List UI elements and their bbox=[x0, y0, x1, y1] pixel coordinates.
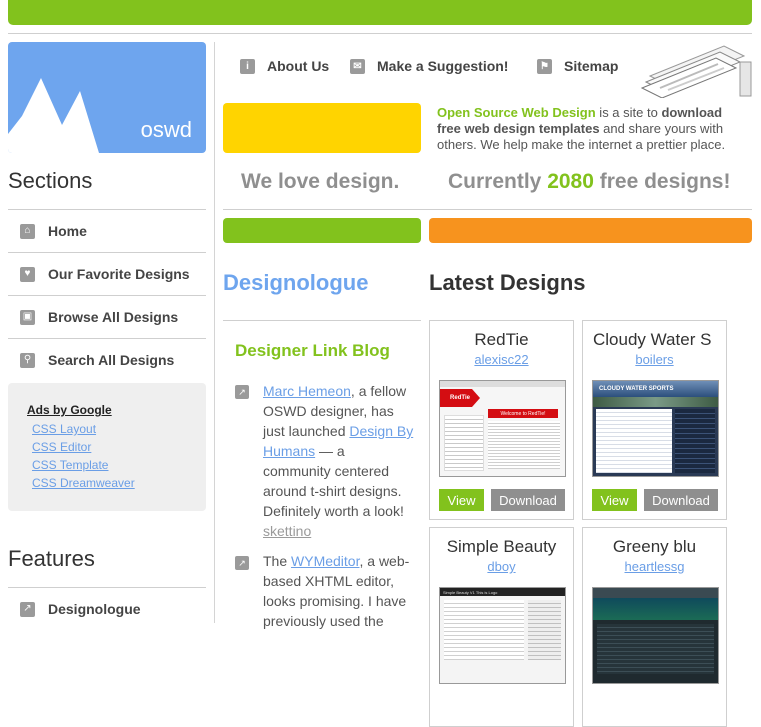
arrow-icon: ↗ bbox=[235, 556, 249, 570]
blog-post: The WYMeditor, a web-based XHTML editor,… bbox=[263, 551, 415, 631]
count-number: 2080 bbox=[547, 170, 594, 193]
yellow-banner bbox=[223, 103, 421, 153]
sidebar-item-search[interactable]: ⚲ Search All Designs bbox=[8, 339, 206, 381]
thumb-caption: Welcome to RedTie! bbox=[488, 409, 558, 418]
latest-designs-heading: Latest Designs bbox=[429, 270, 586, 295]
blog-post: Marc Hemeon, a fellow OSWD designer, has… bbox=[263, 381, 415, 541]
design-card: Greeny blu heartlessg bbox=[582, 527, 727, 727]
design-thumbnail[interactable]: RedTie Welcome to RedTie! bbox=[439, 380, 566, 477]
ads-title[interactable]: Ads by Google bbox=[27, 403, 112, 417]
design-thumbnail[interactable]: Simple Beauty V1 This is Logo bbox=[439, 587, 566, 684]
nav-suggestion[interactable]: ✉ Make a Suggestion! bbox=[350, 58, 508, 74]
mail-icon: ✉ bbox=[350, 58, 365, 74]
design-card: Cloudy Water S boilers CLOUDY WATER SPOR… bbox=[582, 320, 727, 520]
design-title[interactable]: RedTie bbox=[430, 330, 573, 350]
ad-link-css-dreamweaver[interactable]: CSS Dreamweaver bbox=[32, 476, 135, 490]
designologue-heading: Designologue bbox=[223, 270, 369, 295]
sidebar-item-browse[interactable]: ▣ Browse All Designs bbox=[8, 296, 206, 338]
count-prefix: Currently bbox=[448, 170, 548, 193]
designologue-divider bbox=[223, 320, 421, 321]
search-icon: ⚲ bbox=[20, 352, 35, 368]
download-button[interactable]: Download bbox=[491, 489, 565, 511]
sidebar-item-label: Designologue bbox=[48, 601, 141, 617]
count-suffix: free designs! bbox=[593, 170, 731, 193]
blog-heading: Designer Link Blog bbox=[235, 341, 390, 360]
ad-link-css-editor[interactable]: CSS Editor bbox=[32, 440, 91, 454]
nav-about[interactable]: i About Us bbox=[240, 58, 329, 74]
nav-suggestion-label: Make a Suggestion! bbox=[377, 58, 509, 74]
browse-icon: ▣ bbox=[20, 309, 35, 325]
brand-name[interactable]: Open Source Web Design bbox=[437, 105, 596, 120]
view-button[interactable]: View bbox=[592, 489, 637, 511]
view-button[interactable]: View bbox=[439, 489, 484, 511]
stacked-pages-icon bbox=[640, 45, 752, 98]
tagline-love: We love design. bbox=[241, 170, 400, 193]
post-link[interactable]: WYMeditor bbox=[291, 553, 359, 569]
orange-section-bar bbox=[429, 218, 752, 243]
post-text: The bbox=[263, 553, 292, 569]
post-author-link[interactable]: skettino bbox=[263, 523, 311, 539]
sidebar-item-label: Search All Designs bbox=[48, 352, 175, 368]
ad-link-css-layout[interactable]: CSS Layout bbox=[32, 422, 96, 436]
flag-icon: ⚑ bbox=[537, 58, 552, 74]
design-author-link[interactable]: alexisc22 bbox=[430, 352, 573, 367]
design-title[interactable]: Cloudy Water S bbox=[593, 330, 711, 350]
design-title[interactable]: Simple Beauty bbox=[430, 537, 573, 557]
ad-link-css-template[interactable]: CSS Template bbox=[32, 458, 108, 472]
sidebar-item-home[interactable]: ⌂ Home bbox=[8, 210, 206, 252]
design-card: RedTie alexisc22 RedTie Welcome to RedTi… bbox=[429, 320, 574, 520]
green-section-bar bbox=[223, 218, 421, 243]
post-link[interactable]: Marc Hemeon bbox=[263, 383, 351, 399]
design-count: Currently 2080 free designs! bbox=[448, 170, 730, 194]
info-icon: i bbox=[240, 58, 255, 74]
design-author-link[interactable]: boilers bbox=[583, 352, 726, 367]
arrow-icon: ↗ bbox=[235, 385, 249, 399]
download-button[interactable]: Download bbox=[644, 489, 718, 511]
sidebar-item-label: Our Favorite Designs bbox=[48, 266, 190, 282]
sidebar-item-designologue[interactable]: ↗ Designologue bbox=[8, 588, 206, 630]
nav-sitemap-label: Sitemap bbox=[564, 58, 619, 74]
sidebar-item-favorites[interactable]: ♥ Our Favorite Designs bbox=[8, 253, 206, 295]
features-heading: Features bbox=[8, 546, 95, 571]
design-author-link[interactable]: dboy bbox=[430, 559, 573, 574]
design-thumbnail[interactable]: CLOUDY WATER SPORTS bbox=[592, 380, 719, 477]
arrow-icon: ↗ bbox=[20, 601, 35, 617]
logo-text: oswd bbox=[140, 117, 192, 142]
column-divider bbox=[214, 42, 215, 623]
design-thumbnail[interactable] bbox=[592, 587, 719, 684]
thumb-caption: CLOUDY WATER SPORTS bbox=[593, 381, 718, 397]
sections-heading: Sections bbox=[8, 168, 93, 193]
intro-text: Open Source Web Design is a site to down… bbox=[437, 105, 737, 153]
sidebar-item-label: Home bbox=[48, 223, 87, 239]
content-divider bbox=[223, 209, 752, 210]
ads-box: Ads by Google CSS Layout CSS Editor CSS … bbox=[8, 383, 206, 511]
sidebar-item-label: Browse All Designs bbox=[48, 309, 179, 325]
nav-sitemap[interactable]: ⚑ Sitemap bbox=[537, 58, 618, 74]
design-title[interactable]: Greeny blu bbox=[583, 537, 726, 557]
thumb-badge: RedTie bbox=[440, 389, 480, 407]
intro-text-part: is a site to bbox=[595, 105, 662, 120]
heart-icon: ♥ bbox=[20, 266, 35, 282]
top-divider bbox=[8, 33, 752, 34]
top-green-bar bbox=[8, 0, 752, 25]
nav-about-label: About Us bbox=[267, 58, 330, 74]
thumb-caption: Simple Beauty V1 This is Logo bbox=[440, 588, 565, 596]
site-logo[interactable]: oswd bbox=[8, 42, 206, 153]
home-icon: ⌂ bbox=[20, 223, 35, 239]
design-card: Simple Beauty dboy Simple Beauty V1 This… bbox=[429, 527, 574, 727]
design-author-link[interactable]: heartlessg bbox=[583, 559, 726, 574]
